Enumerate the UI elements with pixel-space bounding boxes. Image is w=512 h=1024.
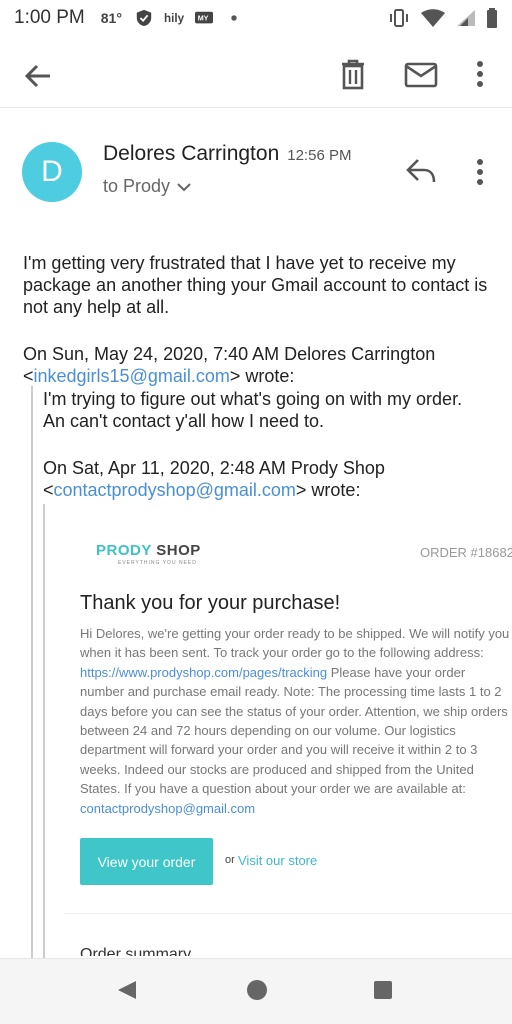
mail-icon[interactable] <box>404 60 438 90</box>
or-label: or <box>225 854 235 866</box>
view-order-button[interactable]: View your order <box>80 838 213 885</box>
status-icons-left: hily MY <box>134 9 244 27</box>
nav-recents-icon[interactable] <box>373 980 393 1000</box>
shield-icon <box>136 9 152 27</box>
sender-avatar[interactable]: D <box>22 142 82 202</box>
svg-text:hily: hily <box>164 12 184 25</box>
order-summary-heading: Order summary <box>80 946 192 956</box>
nav-home-icon[interactable] <box>246 979 268 1001</box>
logo-part1: PRODY <box>96 542 152 559</box>
vibrate-icon <box>390 9 408 27</box>
quote2-header-date: On Sat, Apr 11, 2020, 2:48 AM Prody Shop <box>43 458 385 478</box>
svg-text:MY: MY <box>198 14 209 23</box>
thank-you-heading: Thank you for your purchase! <box>80 592 341 614</box>
quote2-wrote: wrote: <box>311 480 361 500</box>
status-icons-right <box>388 8 498 28</box>
logo-tagline: EVERYTHING YOU NEED <box>118 560 197 566</box>
quote-bar-1 <box>31 386 33 960</box>
quote2-email-link[interactable]: contactprodyshop@gmail.com <box>54 480 296 500</box>
sender-line: Delores Carrington 12:56 PM <box>103 142 351 166</box>
quote1-wrote: wrote: <box>245 366 295 386</box>
chevron-down-icon[interactable] <box>176 181 192 193</box>
tracking-link[interactable]: https://www.prodyshop.com/pages/tracking <box>80 665 327 680</box>
wifi-icon <box>421 9 445 27</box>
message-icon: MY <box>194 11 213 24</box>
reply-icon[interactable] <box>404 156 438 186</box>
sender-name[interactable]: Delores Carrington <box>103 142 279 165</box>
status-bar: 1:00 PM 81° hily MY <box>0 0 512 36</box>
quote1-body: I'm trying to figure out what's going on… <box>43 389 463 431</box>
card-divider <box>64 913 512 914</box>
more-vert-icon[interactable] <box>470 58 490 90</box>
contact-email-link[interactable]: contactprodyshop@gmail.com <box>80 801 255 816</box>
dot-icon <box>231 15 237 21</box>
prody-shop-logo: PRODY SHOP <box>96 542 201 559</box>
signal-icon <box>457 10 475 26</box>
app-bar <box>0 40 512 108</box>
quote1-email-link[interactable]: inkedgirls15@gmail.com <box>34 366 230 386</box>
quote1-header: On Sun, May 24, 2020, 7:40 AM Delores Ca… <box>23 344 436 386</box>
visit-store-link[interactable]: Visit our store <box>238 853 317 868</box>
back-arrow-icon[interactable] <box>22 60 54 92</box>
quote2-header: On Sat, Apr 11, 2020, 2:48 AM Prody Shop… <box>43 458 385 500</box>
status-time: 1:00 PM <box>14 7 85 28</box>
quote-bar-2 <box>43 504 45 960</box>
recipient-line[interactable]: to Prody <box>103 176 192 197</box>
battery-icon <box>487 8 497 28</box>
system-nav-bar <box>0 958 512 1024</box>
order-text-a: Hi Delores, we're getting your order rea… <box>80 626 510 661</box>
email-body: I'm getting very frustrated that I have … <box>23 253 488 317</box>
order-message: Hi Delores, we're getting your order rea… <box>80 624 510 818</box>
order-number: ORDER #18682 <box>420 545 512 560</box>
recipient-text: to Prody <box>103 176 171 196</box>
trash-icon[interactable] <box>338 58 368 90</box>
logo-part2: SHOP <box>156 542 201 559</box>
hily-icon: hily <box>164 12 184 25</box>
order-text-b: Please have your order number and purcha… <box>80 664 508 797</box>
nav-back-icon[interactable] <box>116 979 138 1001</box>
quote1-header-date: On Sun, May 24, 2020, 7:40 AM Delores Ca… <box>23 344 436 364</box>
message-more-icon[interactable] <box>470 156 490 188</box>
email-time: 12:56 PM <box>287 147 352 164</box>
status-temperature: 81° <box>100 10 122 26</box>
